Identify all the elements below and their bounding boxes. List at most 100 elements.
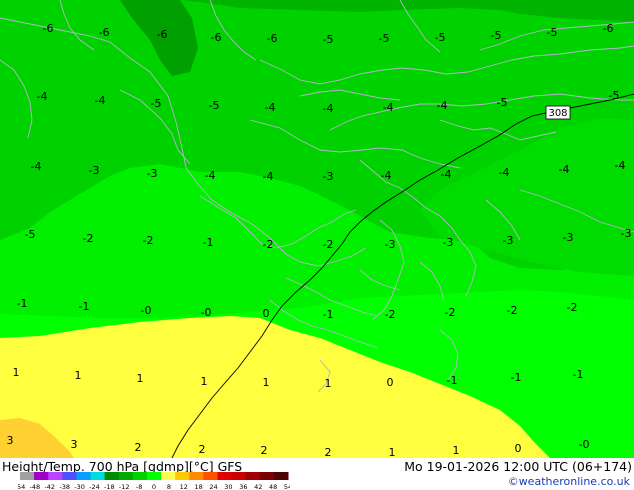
color-scale-tick-label: 18 <box>195 483 203 490</box>
isotherm-label: 1 <box>137 372 144 385</box>
color-scale-legend: -54 -48-42 -38 -30 -24 -18 -12 -8 0 8 12 18 24 30 36 42… <box>18 472 290 490</box>
color-scale-swatch <box>273 472 289 480</box>
isotherm-label: -2 <box>263 238 274 251</box>
isotherm-label: -4 <box>559 163 570 176</box>
isotherm-label: -3 <box>563 231 574 244</box>
isotherm-label: -3 <box>323 170 334 183</box>
isotherm-label: -2 <box>385 308 396 321</box>
isotherm-label: -4 <box>205 169 216 182</box>
color-scale-swatch <box>203 472 218 480</box>
color-scale-swatch <box>118 472 134 480</box>
color-scale-swatch <box>104 472 120 480</box>
isotherm-label: -0 <box>579 438 590 451</box>
isotherm-label: -6 <box>157 28 168 41</box>
isotherm-label: 3 <box>7 434 14 447</box>
color-scale-tick-label: 36 <box>239 483 247 490</box>
weather-map-frame: 308 -6 -6 -6 -6 -6 -5 -5 -5 -5 -5 -6 -4 -4 -5 -5 -4 -4 -4… <box>0 0 634 490</box>
isotherm-label: 1 <box>201 375 208 388</box>
isotherm-label: -1 <box>573 368 584 381</box>
isotherm-label: 1 <box>325 377 332 390</box>
isotherm-label: -4 <box>383 101 394 114</box>
isotherm-label: -5 <box>379 32 390 45</box>
isotherm-label: 1 <box>453 444 460 457</box>
isotherm-label: -1 <box>323 308 334 321</box>
isotherm-label: -4 <box>265 101 276 114</box>
color-scale-tick-label: 48 <box>269 483 277 490</box>
isotherm-label: -1 <box>17 297 28 310</box>
color-scale-tick-label: 8 <box>167 483 171 490</box>
color-scale-tick-label: 12 <box>180 483 188 490</box>
isotherm-label: -5 <box>323 33 334 46</box>
color-scale-tick-label: 30 <box>224 483 232 490</box>
isotherm-label: -3 <box>385 238 396 251</box>
isotherm-label: -0 <box>201 306 212 319</box>
isotherm-label: -6 <box>99 26 110 39</box>
color-scale-swatch <box>20 472 35 480</box>
isotherm-label: -5 <box>151 97 162 110</box>
color-scale-swatch <box>231 472 247 480</box>
isotherm-label: 1 <box>13 366 20 379</box>
isotherm-label: -2 <box>445 306 456 319</box>
isotherm-label: -2 <box>507 304 518 317</box>
route-marker: 308 <box>545 105 571 120</box>
color-scale-swatch <box>245 472 261 480</box>
color-scale-tick-label: -12 <box>119 483 130 490</box>
isotherm-label: -6 <box>43 22 54 35</box>
isotherm-label: 1 <box>263 376 270 389</box>
isotherm-label: -1 <box>447 374 458 387</box>
isotherm-label: -4 <box>499 166 510 179</box>
isotherm-label: -6 <box>267 32 278 45</box>
isotherm-label: -6 <box>211 31 222 44</box>
credit-link[interactable]: ©weatheronline.co.uk <box>508 475 630 488</box>
isotherm-label: -3 <box>147 167 158 180</box>
isotherm-label: -5 <box>209 99 220 112</box>
isotherm-label: -5 <box>435 31 446 44</box>
isotherm-label: -3 <box>443 236 454 249</box>
isotherm-label: 2 <box>199 443 206 456</box>
color-scale-swatch <box>62 472 77 480</box>
isotherm-label: -0 <box>141 304 152 317</box>
isotherm-label: -4 <box>263 170 274 183</box>
isotherm-label: -4 <box>381 169 392 182</box>
color-scale-swatch <box>189 472 204 480</box>
color-scale-swatch <box>259 472 275 480</box>
color-scale-tick-label: -42 <box>44 483 55 490</box>
isotherm-label: -2 <box>567 301 578 314</box>
color-scale-swatch <box>76 472 92 480</box>
isotherm-label: -5 <box>547 26 558 39</box>
valid-time: Mo 19-01-2026 12:00 UTC (06+174) <box>404 459 632 474</box>
isotherm-label: 1 <box>389 446 396 458</box>
isotherm-label: -4 <box>437 99 448 112</box>
color-scale-swatch <box>132 472 148 480</box>
isotherm-label: -1 <box>203 236 214 249</box>
color-scale-swatch <box>217 472 233 480</box>
color-scale-swatch <box>146 472 162 480</box>
color-scale-tick-label: -8 <box>136 483 142 490</box>
isotherm-label: 0 <box>263 307 270 320</box>
isotherm-label: -3 <box>89 164 100 177</box>
isotherm-label: -2 <box>143 234 154 247</box>
isotherm-label: 2 <box>135 441 142 454</box>
color-scale-swatch <box>48 472 63 480</box>
isotherm-label: -2 <box>323 238 334 251</box>
isotherm-label: -4 <box>441 168 452 181</box>
map-footer: Height/Temp. 700 hPa [gdmp][°C] GFS Mo 1… <box>0 458 634 490</box>
color-scale-ticks: -54 -48-42 -38 -30 -24 -18 -12 -8 0 8 12 18 24 30 36 42… <box>18 483 290 490</box>
color-scale-tick-label: 0 <box>152 483 156 490</box>
isotherm-label: -4 <box>31 160 42 173</box>
color-scale-tick-label: 24 <box>209 483 217 490</box>
isotherm-label: -3 <box>621 227 632 240</box>
isotherm-label: 0 <box>515 442 522 455</box>
isotherm-label: 3 <box>71 438 78 451</box>
isotherm-label: -4 <box>37 90 48 103</box>
isotherm-label: -3 <box>503 234 514 247</box>
color-scale-swatch <box>90 472 106 480</box>
isotherm-label: -5 <box>25 228 36 241</box>
isotherm-label: -4 <box>95 94 106 107</box>
color-scale-tick-label: -38 <box>59 483 70 490</box>
isotherm-label: -1 <box>511 371 522 384</box>
isotherm-label: -4 <box>615 159 626 172</box>
isotherm-label: -5 <box>497 96 508 109</box>
color-scale-tick-label: 42 <box>254 483 262 490</box>
color-scale-tick-label: -24 <box>89 483 100 490</box>
